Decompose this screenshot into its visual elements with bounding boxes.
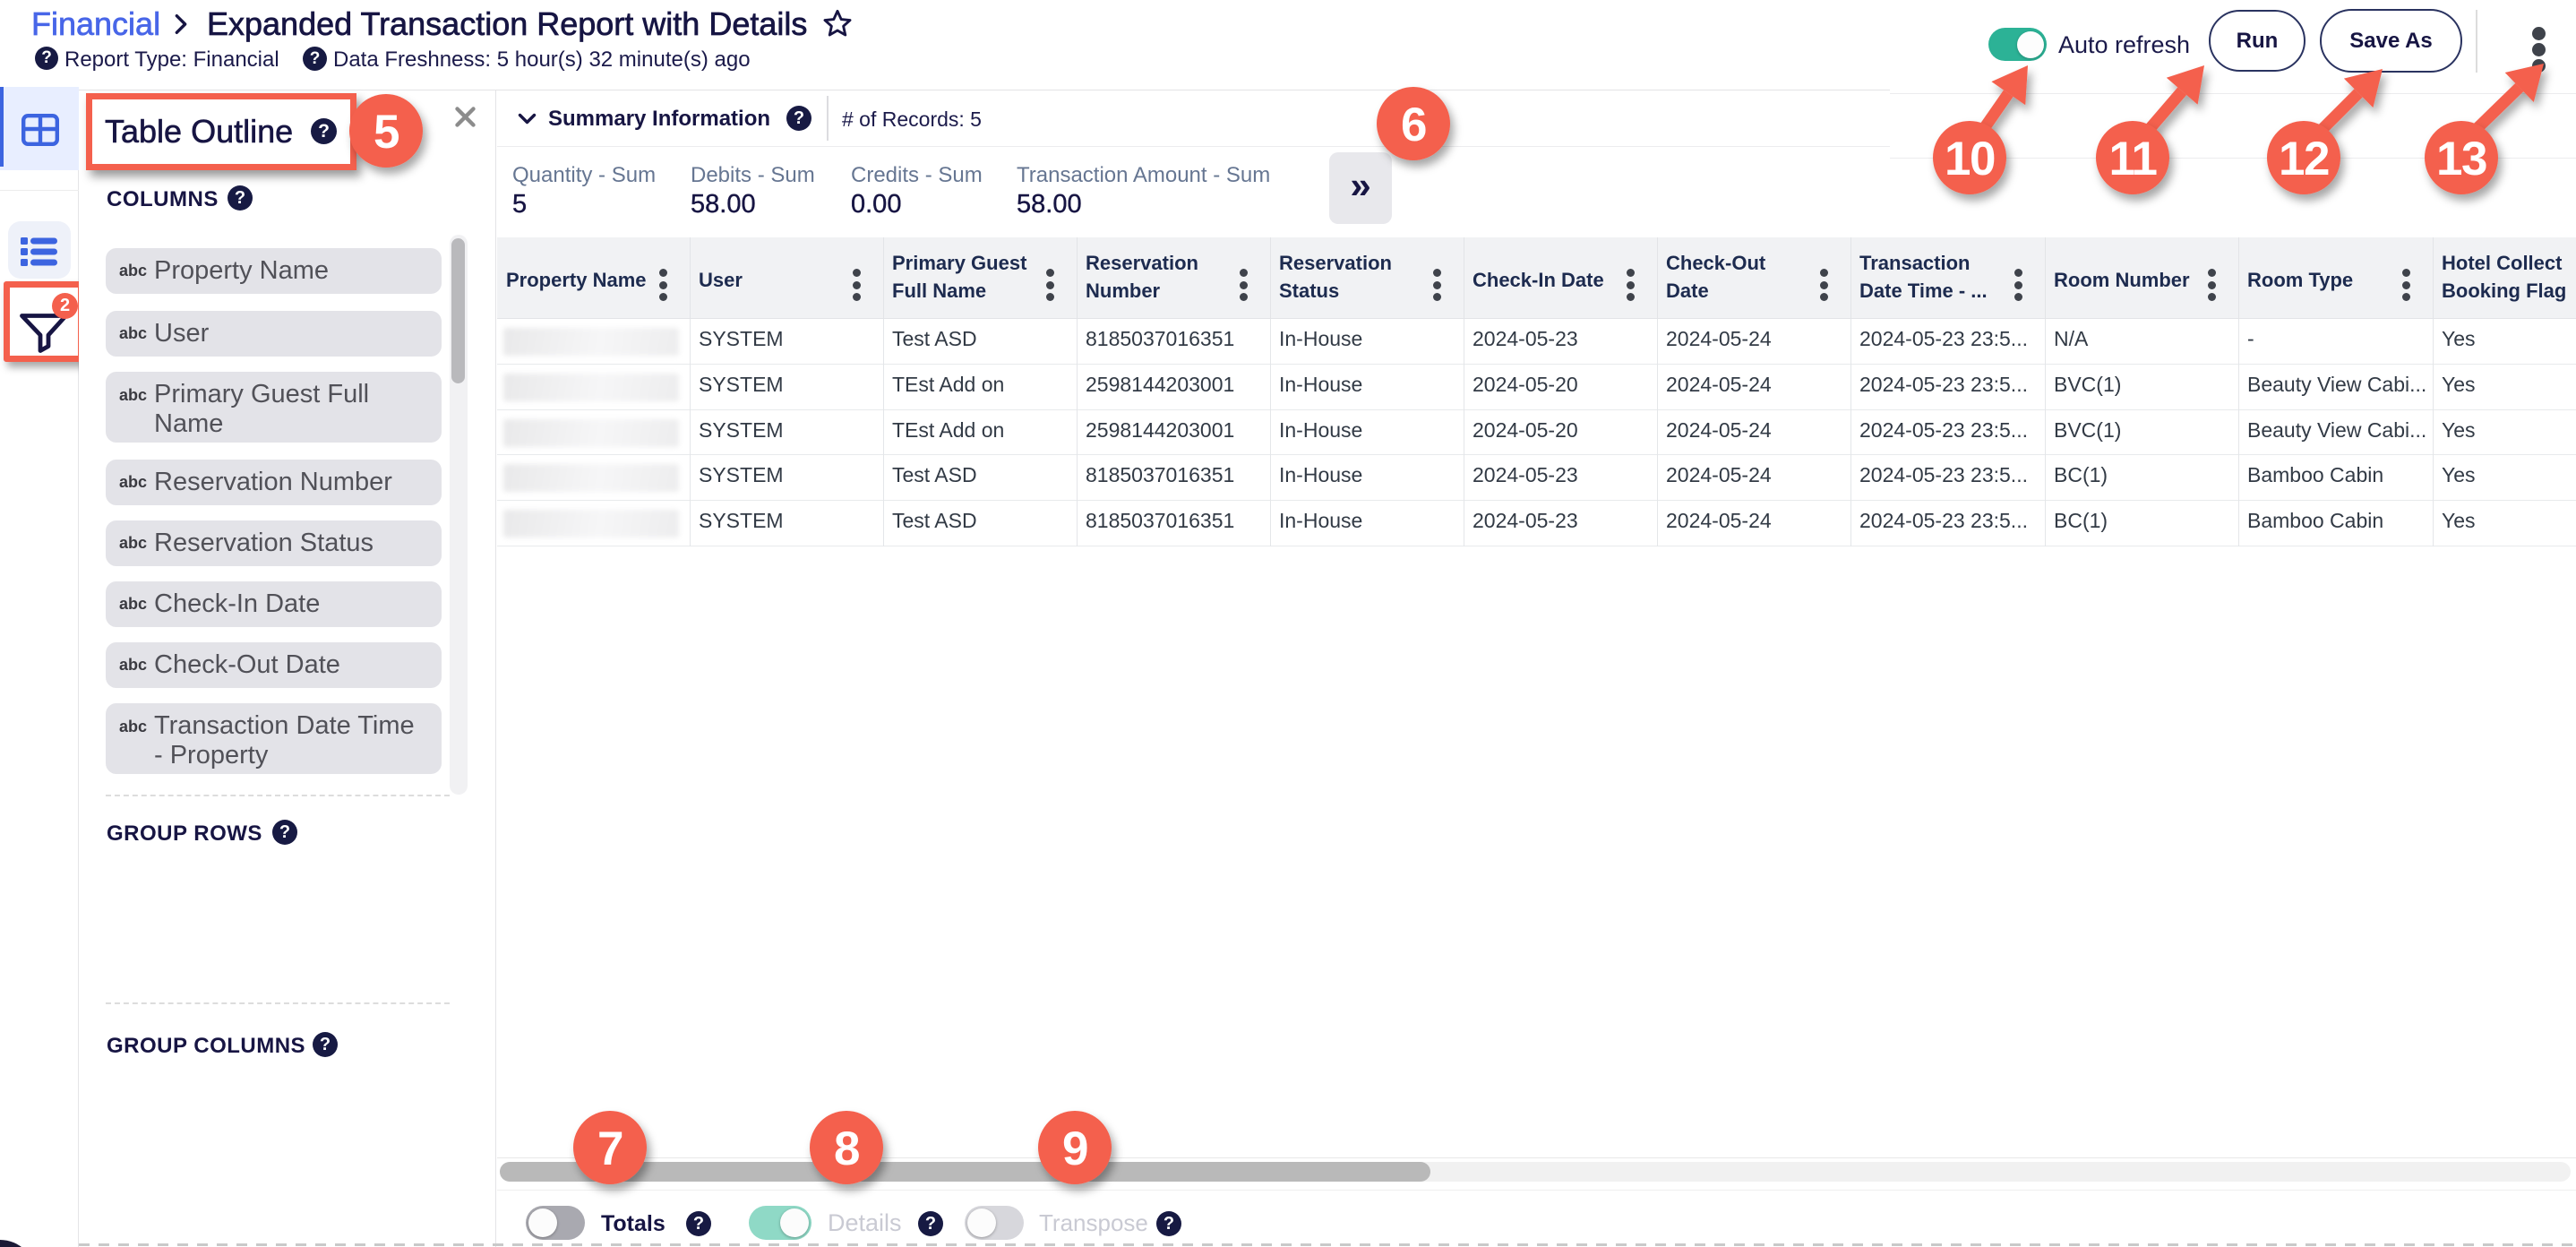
- svg-text:10: 10: [1945, 133, 1995, 185]
- svg-text:12: 12: [2279, 133, 2329, 185]
- svg-text:7: 7: [597, 1122, 623, 1175]
- svg-text:9: 9: [1062, 1122, 1087, 1175]
- svg-text:5: 5: [374, 106, 399, 159]
- svg-text:8: 8: [834, 1122, 859, 1175]
- svg-text:11: 11: [2108, 133, 2156, 185]
- svg-text:6: 6: [1401, 99, 1426, 151]
- svg-text:13: 13: [2436, 133, 2486, 185]
